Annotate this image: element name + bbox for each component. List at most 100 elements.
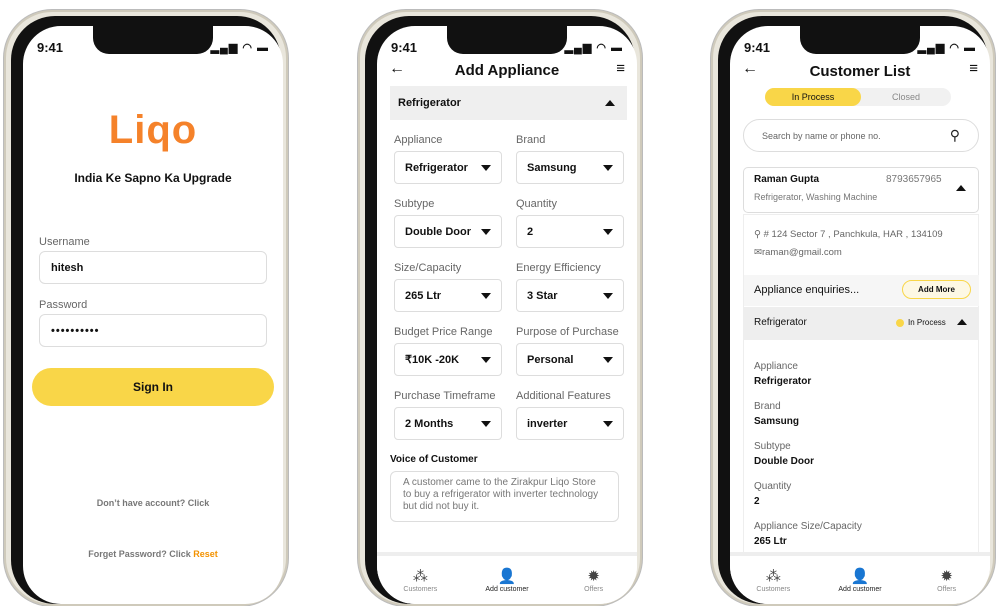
field-select[interactable]: inverter <box>516 407 624 440</box>
password-input[interactable]: •••••••••• <box>39 314 267 347</box>
field-value: 2 <box>527 225 534 238</box>
nav-label: Customers <box>756 585 791 593</box>
field-select[interactable]: Double Door <box>394 215 502 248</box>
status-icons: ▂▄▆ ◠ ▬ <box>917 42 976 54</box>
field-select[interactable]: 2 <box>516 215 624 248</box>
enquiries-bar: Appliance enquiries... Add More <box>744 275 979 306</box>
bottom-nav: ⁂ Customers 👤 Add customer ✹ Offers <box>377 552 637 604</box>
signup-link[interactable]: Don’t have account? Click <box>23 498 283 508</box>
field-value: Samsung <box>527 161 577 174</box>
chevron-down-icon <box>603 420 613 427</box>
email: ✉raman@gmail.com <box>754 247 842 258</box>
field-label: Quantity <box>516 198 557 210</box>
nav-label: Add customer <box>838 585 882 593</box>
field-value: Double Door <box>405 225 471 238</box>
section-title: Refrigerator <box>398 97 461 109</box>
chevron-up-icon[interactable] <box>956 185 966 191</box>
reset-link[interactable]: Reset <box>193 549 218 559</box>
chevron-down-icon <box>603 356 613 363</box>
chevron-down-icon <box>603 228 613 235</box>
status-tabs: In Process Closed <box>765 88 951 106</box>
add-customer-icon: 👤 <box>850 567 870 585</box>
status-icons: ▂▄▆ ◠ ▬ <box>564 42 623 54</box>
section-accordion[interactable]: Refrigerator <box>390 86 627 120</box>
menu-icon[interactable]: ≡ <box>969 60 978 77</box>
nav-label: Offers <box>937 585 957 593</box>
search-input[interactable]: Search by name or phone no. ⚲ <box>743 119 979 152</box>
field-select[interactable]: ₹10K -20K <box>394 343 502 376</box>
voice-textarea[interactable]: A customer came to the Zirakpur Liqo Sto… <box>390 471 619 522</box>
field-select[interactable]: Refrigerator <box>394 151 502 184</box>
detail-value: 2 <box>754 496 760 507</box>
password-label: Password <box>39 299 88 311</box>
bottom-nav: ⁂ Customers 👤 Add customer ✹ Offers <box>730 552 990 604</box>
field-select[interactable]: 3 Star <box>516 279 624 312</box>
menu-icon[interactable]: ≡ <box>616 60 625 77</box>
nav-customers[interactable]: ⁂ Customers <box>385 568 455 593</box>
email-text: raman@gmail.com <box>761 247 842 258</box>
field-value: Personal <box>527 353 574 366</box>
chevron-up-icon <box>605 100 615 106</box>
appliance-title: Refrigerator <box>754 317 807 328</box>
status-time: 9:41 <box>37 40 64 55</box>
nav-offers[interactable]: ✹ Offers <box>559 568 629 593</box>
sign-in-button[interactable]: Sign In <box>32 368 274 406</box>
customer-card[interactable]: Raman Gupta 8793657965 Refrigerator, Was… <box>743 167 979 213</box>
detail-label: Appliance Size/Capacity <box>754 521 862 532</box>
customers-icon: ⁂ <box>765 567 781 585</box>
field-value: 265 Ltr <box>405 289 442 302</box>
chevron-down-icon <box>481 420 491 427</box>
address: ⚲ # 124 Sector 7 , Panchkula, HAR , 1341… <box>754 229 943 240</box>
field-label: Purpose of Purchase <box>516 326 619 338</box>
tab-in-process[interactable]: In Process <box>765 88 861 106</box>
username-label: Username <box>39 236 90 248</box>
offers-icon: ✹ <box>587 567 600 585</box>
detail-label: Subtype <box>754 441 791 452</box>
status-badge: In Process <box>908 318 946 327</box>
customer-list-screen: 9:41 ▂▄▆ ◠ ▬ ← Customer List ≡ In Proces… <box>730 26 990 604</box>
tab-closed[interactable]: Closed <box>861 88 951 106</box>
field-select[interactable]: Samsung <box>516 151 624 184</box>
chevron-down-icon <box>481 164 491 171</box>
forget-password-text: Forget Password? Click Reset <box>23 549 283 559</box>
status-icons: ▂▄▆ ◠ ▬ <box>210 42 269 54</box>
field-value: Refrigerator <box>405 161 468 174</box>
customer-phone: 8793657965 <box>886 174 942 185</box>
field-label: Size/Capacity <box>394 262 462 274</box>
nav-label: Customers <box>403 585 438 593</box>
detail-label: Quantity <box>754 481 792 492</box>
detail-value: Samsung <box>754 416 800 427</box>
field-label: Subtype <box>394 198 435 210</box>
field-label: Additional Features <box>516 390 611 402</box>
tagline: India Ke Sapno Ka Upgrade <box>74 171 232 185</box>
nav-label: Add customer <box>485 585 529 593</box>
field-label: Energy Efficiency <box>516 262 601 274</box>
username-input[interactable]: hitesh <box>39 251 267 284</box>
location-pin-icon: ⚲ <box>754 229 761 240</box>
offers-icon: ✹ <box>940 567 953 585</box>
status-time: 9:41 <box>744 40 771 55</box>
appliance-accordion[interactable]: Refrigerator In Process <box>744 307 979 340</box>
field-label: Appliance <box>394 134 443 146</box>
add-customer-icon: 👤 <box>497 567 517 585</box>
login-screen: 9:41 ▂▄▆ ◠ ▬ Liqo India Ke Sapno Ka Upgr… <box>23 26 283 604</box>
nav-add-customer[interactable]: 👤 Add customer <box>472 568 542 593</box>
nav-offers[interactable]: ✹ Offers <box>912 568 982 593</box>
customer-details: ⚲ # 124 Sector 7 , Panchkula, HAR , 1341… <box>743 214 979 604</box>
address-text: # 124 Sector 7 , Panchkula, HAR , 134109 <box>763 229 943 240</box>
detail-value: 265 Ltr <box>754 536 787 547</box>
customer-name: Raman Gupta <box>754 174 820 185</box>
field-select[interactable]: Personal <box>516 343 624 376</box>
add-more-button[interactable]: Add More <box>902 280 971 299</box>
nav-add-customer[interactable]: 👤 Add customer <box>825 568 895 593</box>
field-value: inverter <box>527 417 568 430</box>
detail-value: Refrigerator <box>754 376 812 387</box>
search-icon[interactable]: ⚲ <box>950 127 960 144</box>
field-label: Budget Price Range <box>394 326 493 338</box>
field-select[interactable]: 265 Ltr <box>394 279 502 312</box>
detail-label: Appliance <box>754 361 798 372</box>
chevron-down-icon <box>603 292 613 299</box>
liqo-logo: Liqo <box>108 108 198 152</box>
field-select[interactable]: 2 Months <box>394 407 502 440</box>
nav-customers[interactable]: ⁂ Customers <box>738 568 808 593</box>
